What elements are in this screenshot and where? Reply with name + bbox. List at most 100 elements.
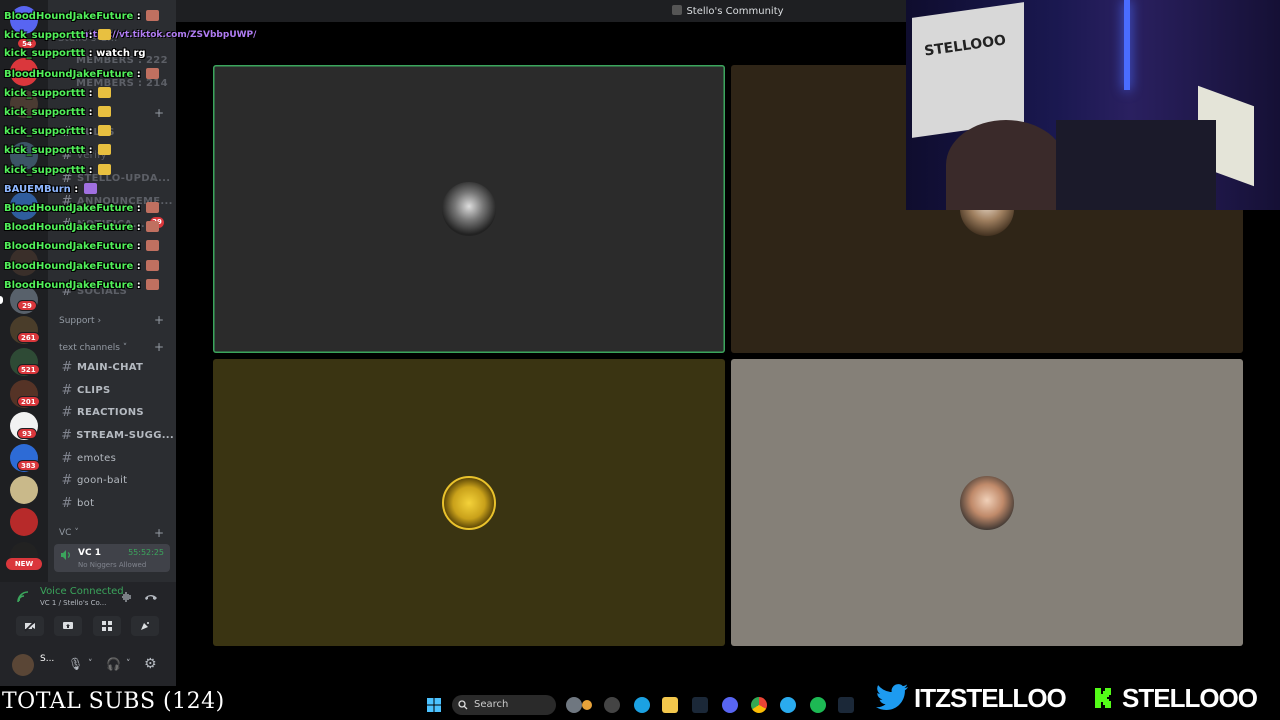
channel-emotes[interactable]: # emotes (58, 448, 174, 468)
hash-icon: # (61, 450, 73, 466)
add-channel-icon[interactable]: + (154, 526, 164, 540)
unread-badge: 261 (17, 332, 40, 343)
taskbar-app-icon[interactable] (582, 700, 592, 710)
obs-icon[interactable] (604, 697, 620, 713)
activities-button[interactable] (93, 616, 121, 636)
channel-stream-suggestions[interactable]: # STREAM-SUGG... (58, 425, 174, 445)
cam-person (946, 120, 1066, 210)
speaker-icon (61, 550, 70, 560)
category-text-channels[interactable]: text channels ˅ (59, 343, 127, 353)
chat-separator: : (85, 126, 97, 138)
chat-message: BloodHoundJakeFuture : (4, 221, 160, 233)
hash-icon: # (61, 472, 73, 488)
headphones-icon[interactable]: 🎧 (106, 657, 121, 671)
add-channel-icon[interactable]: + (154, 106, 164, 120)
telegram-icon[interactable] (780, 697, 796, 713)
noise-suppression-icon[interactable] (121, 591, 133, 603)
chat-username[interactable]: kick_supporttt (4, 88, 85, 99)
chat-username[interactable]: BloodHoundJakeFuture (4, 222, 133, 233)
voice-channel-status: No Niggers Allowed (78, 561, 147, 569)
chat-emote-icon (146, 67, 160, 79)
chat-username[interactable]: kick_supporttt (4, 126, 85, 137)
chat-separator: : (133, 11, 145, 22)
webcam-overlay: STELLOOO (906, 0, 1280, 210)
discord-icon[interactable] (722, 697, 738, 713)
chat-emote-icon (146, 10, 160, 21)
soundboard-icon (141, 622, 149, 630)
spotify-icon[interactable] (810, 697, 826, 713)
chat-username[interactable]: BloodHoundJakeFuture (4, 11, 133, 22)
participant-tile[interactable] (213, 65, 725, 353)
chat-emote-icon (146, 202, 160, 213)
hash-icon: # (61, 427, 73, 443)
channel-bot[interactable]: # bot (58, 493, 174, 513)
chat-username[interactable]: BloodHoundJakeFuture (4, 203, 133, 214)
unread-badge: 521 (17, 364, 40, 375)
chat-emote-icon (146, 240, 160, 252)
hash-icon: # (61, 359, 73, 375)
chat-emote-icon (98, 125, 112, 137)
chat-separator: : (133, 241, 145, 253)
chat-emote-icon (98, 106, 112, 117)
taskbar-app-icon[interactable] (566, 697, 582, 713)
chat-message: BloodHoundJakeFuture : (4, 259, 160, 272)
channel-goon-bait[interactable]: # goon-bait (58, 470, 174, 490)
channel-clips[interactable]: # CLIPS (58, 380, 174, 400)
settings-gear-icon[interactable]: ⚙ (144, 656, 157, 672)
chat-separator: : (85, 145, 97, 157)
chat-username[interactable]: kick_supporttt (4, 145, 85, 156)
chrome-icon[interactable] (751, 697, 767, 713)
windows-start-icon[interactable] (426, 697, 442, 713)
chat-username[interactable]: BloodHoundJakeFuture (4, 280, 133, 291)
channel-reactions[interactable]: # REACTIONS (58, 402, 174, 422)
unread-badge: 93 (17, 428, 37, 439)
chat-separator: : (85, 30, 97, 42)
hash-icon: # (61, 382, 73, 398)
steam-icon[interactable] (838, 697, 854, 713)
chevron-down-icon[interactable]: ˅ (88, 659, 93, 669)
chat-separator: : (133, 260, 145, 272)
chat-username[interactable]: kick_supporttt (4, 107, 85, 118)
new-badge: NEW (6, 558, 42, 570)
chat-username[interactable]: kick_supporttt (4, 48, 85, 59)
category-vc[interactable]: VC ˅ (59, 528, 79, 538)
voice-channel-vc1[interactable]: VC 1 55:52:25 No Niggers Allowed (54, 544, 170, 572)
edge-browser-icon[interactable] (634, 697, 650, 713)
chat-username[interactable]: BAUEMBurn (4, 184, 71, 195)
chat-username[interactable]: BloodHoundJakeFuture (4, 69, 133, 80)
unread-badge: 201 (17, 396, 40, 407)
chat-message: BloodHoundJakeFuture : (4, 67, 160, 80)
user-avatar[interactable] (12, 654, 34, 676)
taskbar-search[interactable]: Search (452, 695, 556, 715)
participant-tile[interactable] (731, 359, 1243, 646)
category-support[interactable]: Support › (59, 316, 101, 326)
chat-username[interactable]: BloodHoundJakeFuture (4, 261, 133, 272)
stream-screen: 54 29 261 521 201 93 383 NEW Stello's C.… (0, 0, 1280, 720)
screen-share-button[interactable] (54, 616, 82, 636)
soundboard-button[interactable] (131, 616, 159, 636)
add-channel-icon[interactable]: + (154, 340, 164, 354)
steam-icon[interactable] (692, 697, 708, 713)
chat-username[interactable]: BloodHoundJakeFuture (4, 241, 133, 252)
chat-username[interactable]: kick_supporttt (4, 30, 85, 41)
disconnect-icon[interactable] (144, 592, 158, 602)
chevron-down-icon[interactable]: ˅ (126, 659, 131, 669)
chat-emote-icon (98, 144, 112, 156)
chat-message: kick_supporttt : (4, 144, 112, 157)
selected-server-indicator (0, 296, 3, 304)
file-explorer-icon[interactable] (662, 697, 678, 713)
camera-off-button[interactable] (16, 616, 44, 636)
server-icon[interactable] (10, 508, 38, 536)
chat-message: BloodHoundJakeFuture : (4, 202, 160, 214)
participant-tile[interactable] (213, 359, 725, 646)
kick-logo-icon (1091, 685, 1117, 711)
chat-separator: : (133, 68, 145, 80)
voice-connected-status: Voice Connected (40, 586, 124, 597)
chat-separator: : (85, 87, 97, 99)
add-channel-icon[interactable]: + (154, 313, 164, 327)
microphone-icon[interactable]: 🎙 (68, 657, 83, 671)
channel-main-chat[interactable]: # MAIN-CHAT (58, 357, 174, 377)
user-panel: Voice Connected VC 1 / Stello's Co... S.… (0, 582, 176, 686)
chat-username[interactable]: kick_supporttt (4, 165, 85, 176)
server-icon[interactable] (10, 476, 38, 504)
